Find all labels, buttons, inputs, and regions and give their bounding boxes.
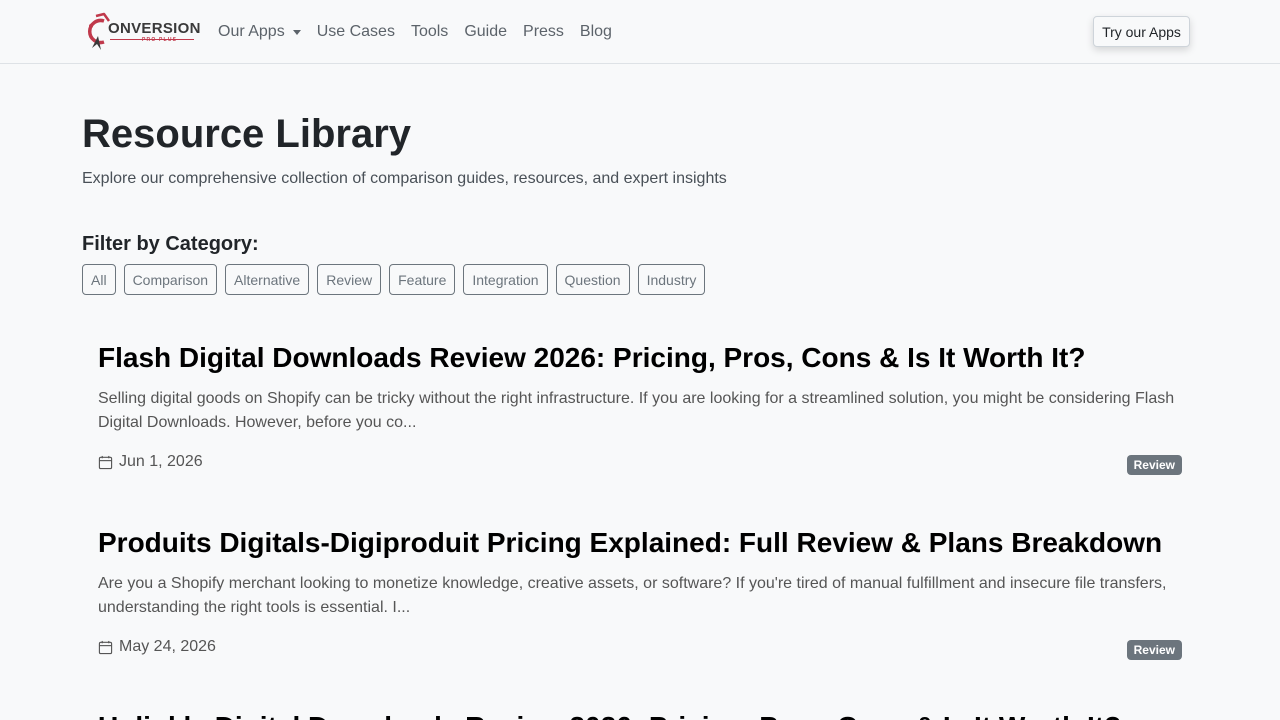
article-date-text: May 24, 2026: [119, 638, 216, 655]
nav-our-apps[interactable]: Our Apps: [218, 23, 301, 41]
brand-logo[interactable]: ONVERSION PRO PLUS: [82, 12, 200, 52]
caret-down-icon: [292, 30, 301, 35]
calendar-icon: [98, 455, 113, 469]
nav-press[interactable]: Press: [523, 23, 564, 41]
category-filters: All Comparison Alternative Review Featur…: [82, 264, 713, 295]
filter-integration[interactable]: Integration: [463, 264, 548, 295]
filter-review[interactable]: Review: [317, 264, 382, 295]
logo-subtext: PRO PLUS: [142, 37, 178, 43]
filter-feature[interactable]: Feature: [389, 264, 456, 295]
filter-question[interactable]: Question: [555, 264, 630, 295]
article-date-text: Jun 1, 2026: [119, 453, 203, 470]
navbar: ONVERSION PRO PLUS Our Apps Use Cases To…: [0, 0, 1280, 64]
filter-comparison[interactable]: Comparison: [123, 264, 218, 295]
article-card: Flash Digital Downloads Review 2026: Pri…: [98, 341, 1182, 477]
nav-links: Our Apps Use Cases Tools Guide Press Blo…: [218, 0, 628, 64]
category-badge: Review: [1126, 455, 1182, 475]
logo-text: ONVERSION: [108, 20, 201, 37]
article-excerpt: Selling digital goods on Shopify can be …: [98, 390, 1175, 431]
article-title[interactable]: Produits Digitals-Digiproduit Pricing Ex…: [98, 526, 1182, 560]
article-title[interactable]: Uplinkly Digital Downloads Review 2026: …: [98, 710, 1182, 720]
article-title[interactable]: Flash Digital Downloads Review 2026: Pri…: [98, 341, 1182, 375]
calendar-icon: [98, 640, 113, 654]
article-card: Uplinkly Digital Downloads Review 2026: …: [98, 710, 1182, 720]
article-excerpt: Are you a Shopify merchant looking to mo…: [98, 575, 1167, 616]
nav-blog[interactable]: Blog: [580, 23, 612, 41]
filter-industry[interactable]: Industry: [637, 264, 706, 295]
category-badge: Review: [1126, 640, 1182, 660]
nav-our-apps-label: Our Apps: [218, 23, 285, 40]
try-our-apps-button[interactable]: Try our Apps: [1093, 16, 1190, 47]
nav-use-cases[interactable]: Use Cases: [317, 23, 395, 41]
filter-label: Filter by Category:: [82, 233, 259, 255]
article-meta: May 24, 2026 Review: [98, 638, 1182, 662]
article-date: Jun 1, 2026: [98, 453, 1182, 471]
page-title: Resource Library: [82, 112, 412, 156]
article-card: Produits Digitals-Digiproduit Pricing Ex…: [98, 526, 1182, 662]
filter-all[interactable]: All: [82, 264, 116, 295]
article-date: May 24, 2026: [98, 638, 1182, 656]
nav-guide[interactable]: Guide: [464, 23, 507, 41]
filter-alternative[interactable]: Alternative: [225, 264, 310, 295]
page-subtitle: Explore our comprehensive collection of …: [82, 170, 727, 187]
nav-tools[interactable]: Tools: [411, 23, 448, 41]
article-meta: Jun 1, 2026 Review: [98, 453, 1182, 477]
